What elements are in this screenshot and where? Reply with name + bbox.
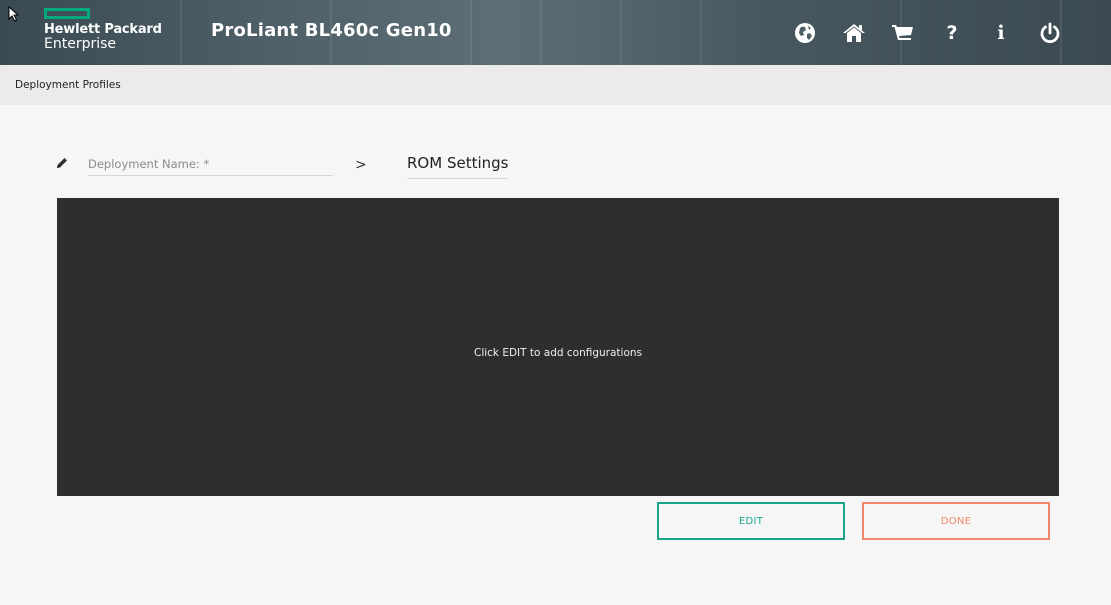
product-title: ProLiant BL460c Gen10 bbox=[211, 20, 452, 41]
breadcrumb-separator: > bbox=[355, 157, 367, 173]
breadcrumb-bar: Deployment Profiles bbox=[0, 65, 1111, 105]
header-decoration bbox=[540, 0, 542, 65]
header-decoration bbox=[620, 0, 622, 65]
hpe-logo[interactable]: Hewlett Packard Enterprise bbox=[44, 8, 162, 51]
app-header: Hewlett Packard Enterprise ProLiant BL46… bbox=[0, 0, 1111, 65]
info-icon[interactable]: i bbox=[988, 20, 1014, 46]
logo-text-line2: Enterprise bbox=[44, 36, 117, 52]
done-button[interactable]: DONE bbox=[862, 502, 1050, 540]
empty-state-message: Click EDIT to add configurations bbox=[473, 347, 643, 359]
help-icon[interactable]: ? bbox=[939, 20, 965, 46]
deployment-name-input[interactable] bbox=[88, 148, 333, 176]
breadcrumb[interactable]: Deployment Profiles bbox=[15, 79, 121, 91]
mouse-cursor-icon bbox=[8, 6, 20, 22]
hpe-logo-mark bbox=[44, 8, 90, 19]
header-decoration bbox=[470, 0, 472, 65]
help-glyph: ? bbox=[946, 22, 958, 44]
cart-icon[interactable] bbox=[890, 20, 916, 46]
info-glyph: i bbox=[997, 22, 1005, 44]
header-toolbar: ? i bbox=[769, 20, 1063, 46]
tab-rom-settings[interactable]: ROM Settings bbox=[407, 154, 509, 179]
configuration-panel: Click EDIT to add configurations bbox=[57, 198, 1059, 496]
header-decoration bbox=[700, 0, 702, 65]
header-decoration bbox=[180, 0, 182, 65]
logo-text-line1: Hewlett Packard bbox=[44, 22, 162, 37]
home-icon[interactable] bbox=[841, 20, 867, 46]
deployment-name-row: > ROM Settings bbox=[55, 148, 535, 180]
power-icon[interactable] bbox=[1037, 20, 1063, 46]
globe-icon[interactable] bbox=[792, 20, 818, 46]
pencil-icon bbox=[57, 158, 67, 168]
edit-button[interactable]: EDIT bbox=[657, 502, 845, 540]
